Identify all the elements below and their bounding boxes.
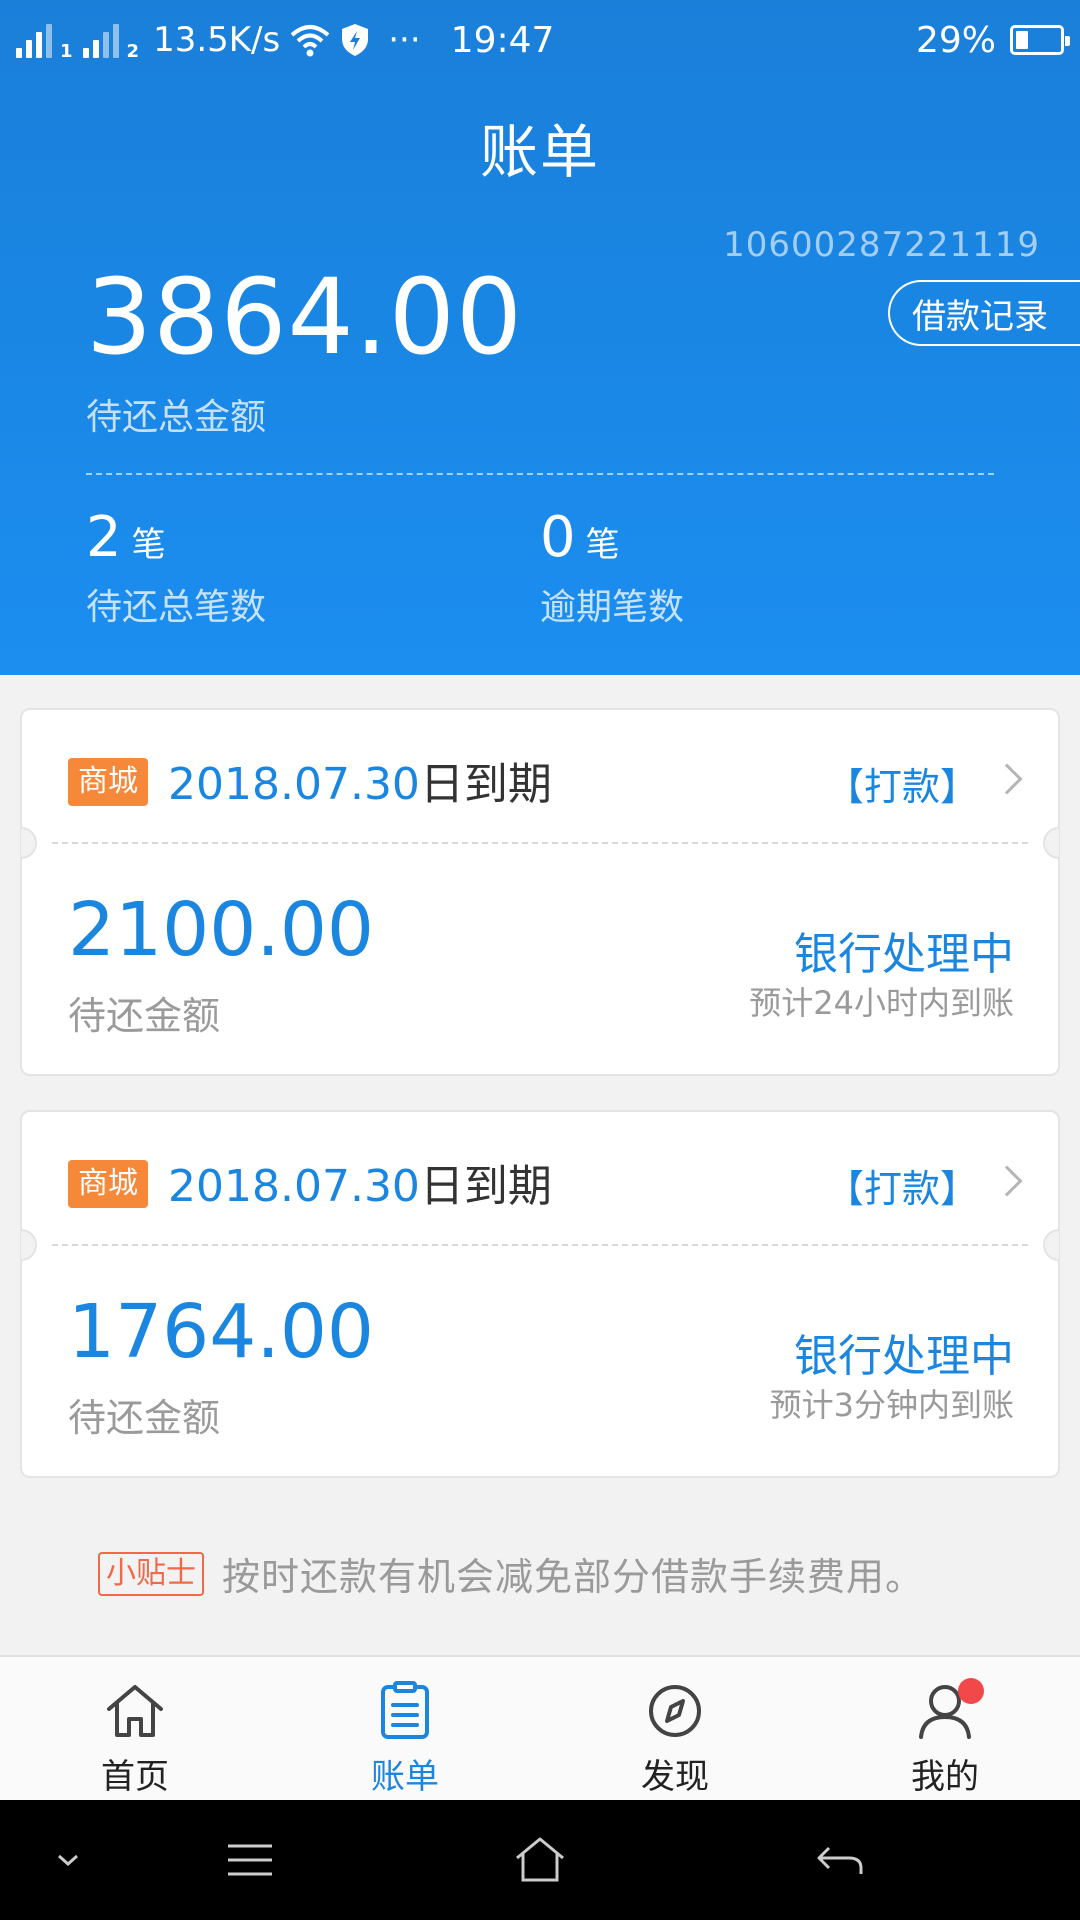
pay-action-link[interactable]: 【打款】	[826, 756, 978, 811]
overdue-count-unit: 笔	[585, 525, 620, 565]
tab-profile-label: 我的	[911, 1757, 979, 1797]
chevron-down-icon	[58, 1854, 78, 1867]
bill-amount-label: 待还金额	[68, 994, 221, 1038]
tab-bill-label: 账单	[371, 1757, 439, 1797]
pending-count-label: 待还总笔数	[86, 587, 267, 628]
bill-card[interactable]: 商城 2018.07.30日到期 【打款】 2100.00 待还金额 银行处理中…	[20, 708, 1060, 1076]
pay-action-link[interactable]: 【打款】	[826, 1158, 978, 1213]
back-arrow-icon	[817, 1846, 863, 1874]
tip-badge: 小贴士	[98, 1551, 204, 1596]
header: 1 2 13.5K/s ··· 19:47 29% 账单 10600287221…	[0, 0, 1080, 675]
due-date-line: 2018.07.30日到期	[168, 1150, 552, 1214]
bill-amount: 2100.00	[68, 887, 375, 973]
network-speed: 13.5K/s	[153, 20, 281, 60]
bill-status: 银行处理中	[794, 1331, 1014, 1382]
signal-icon-sim1	[16, 22, 52, 58]
clock: 19:47	[450, 19, 555, 61]
page-title: 账单	[479, 118, 600, 186]
bill-eta: 预计3分钟内到账	[769, 1386, 1014, 1424]
card-notch-right	[1043, 1229, 1059, 1261]
nav-menu-button[interactable]	[220, 1830, 280, 1890]
tip: 小贴士 按时还款有机会减免部分借款手续费用。	[98, 1546, 924, 1601]
nav-home-button[interactable]	[510, 1830, 570, 1890]
chevron-right-icon[interactable]	[991, 1165, 1023, 1197]
tab-home-label: 首页	[101, 1757, 169, 1797]
system-nav-bar	[0, 1800, 1080, 1920]
home-outline-icon	[516, 1837, 564, 1882]
due-date-line: 2018.07.30日到期	[168, 748, 552, 812]
shield-icon	[342, 24, 369, 56]
tab-bill[interactable]: 账单	[270, 1657, 540, 1802]
tab-discover[interactable]: 发现	[540, 1657, 810, 1802]
pending-count-unit: 笔	[131, 525, 166, 565]
nav-back-button[interactable]	[810, 1830, 870, 1890]
compass-icon	[649, 1685, 701, 1737]
more-notifications: ···	[388, 20, 421, 60]
tip-text: 按时还款有机会减免部分借款手续费用。	[222, 1555, 925, 1599]
overdue-count-label: 逾期笔数	[540, 587, 685, 628]
loan-record-button[interactable]: 借款记录	[888, 280, 1080, 346]
mall-tag: 商城	[68, 1160, 148, 1208]
menu-icon	[228, 1844, 272, 1876]
pending-count-stat: 2笔 待还总笔数	[86, 505, 266, 630]
card-notch-left	[21, 1229, 37, 1261]
bill-amount-label: 待还金额	[68, 1396, 221, 1440]
nav-collapse-button[interactable]	[48, 1830, 88, 1890]
sim2-label: 2	[126, 41, 140, 62]
bottom-tab-bar: 首页 账单 发现 我的	[0, 1655, 1080, 1800]
bill-icon	[381, 1681, 429, 1739]
wifi-icon	[290, 25, 330, 57]
card-notch-right	[1043, 827, 1059, 859]
home-icon	[107, 1685, 163, 1737]
overdue-count-stat: 0笔 逾期笔数	[540, 505, 684, 630]
bill-status: 银行处理中	[794, 929, 1014, 980]
battery-percent: 29%	[915, 19, 996, 61]
account-number: 10600287221119	[723, 225, 1040, 265]
bill-eta: 预计24小时内到账	[749, 984, 1014, 1022]
total-due-label: 待还总金额	[86, 397, 267, 438]
card-divider	[52, 1244, 1028, 1246]
tab-discover-label: 发现	[641, 1757, 709, 1797]
mall-tag: 商城	[68, 758, 148, 806]
due-suffix: 日到期	[419, 1161, 552, 1212]
bill-card[interactable]: 商城 2018.07.30日到期 【打款】 1764.00 待还金额 银行处理中…	[20, 1110, 1060, 1478]
notification-dot	[958, 1678, 984, 1704]
chevron-right-icon[interactable]	[991, 763, 1023, 795]
tab-home[interactable]: 首页	[0, 1657, 270, 1802]
due-date: 2018.07.30	[168, 1161, 420, 1212]
due-suffix: 日到期	[419, 759, 552, 810]
signal-icon-sim2	[82, 22, 119, 58]
status-bar: 1 2 13.5K/s ··· 19:47 29%	[0, 0, 1080, 80]
tab-profile[interactable]: 我的	[810, 1657, 1080, 1802]
pending-count: 2	[86, 505, 122, 570]
overdue-count: 0	[540, 505, 576, 570]
card-notch-left	[21, 827, 37, 859]
sim1-label: 1	[60, 41, 73, 62]
bill-amount: 1764.00	[68, 1289, 375, 1375]
total-due-amount: 3864.00	[86, 256, 524, 378]
battery-icon	[1010, 25, 1070, 55]
header-divider	[86, 473, 994, 475]
card-divider	[52, 842, 1028, 844]
due-date: 2018.07.30	[168, 759, 420, 810]
